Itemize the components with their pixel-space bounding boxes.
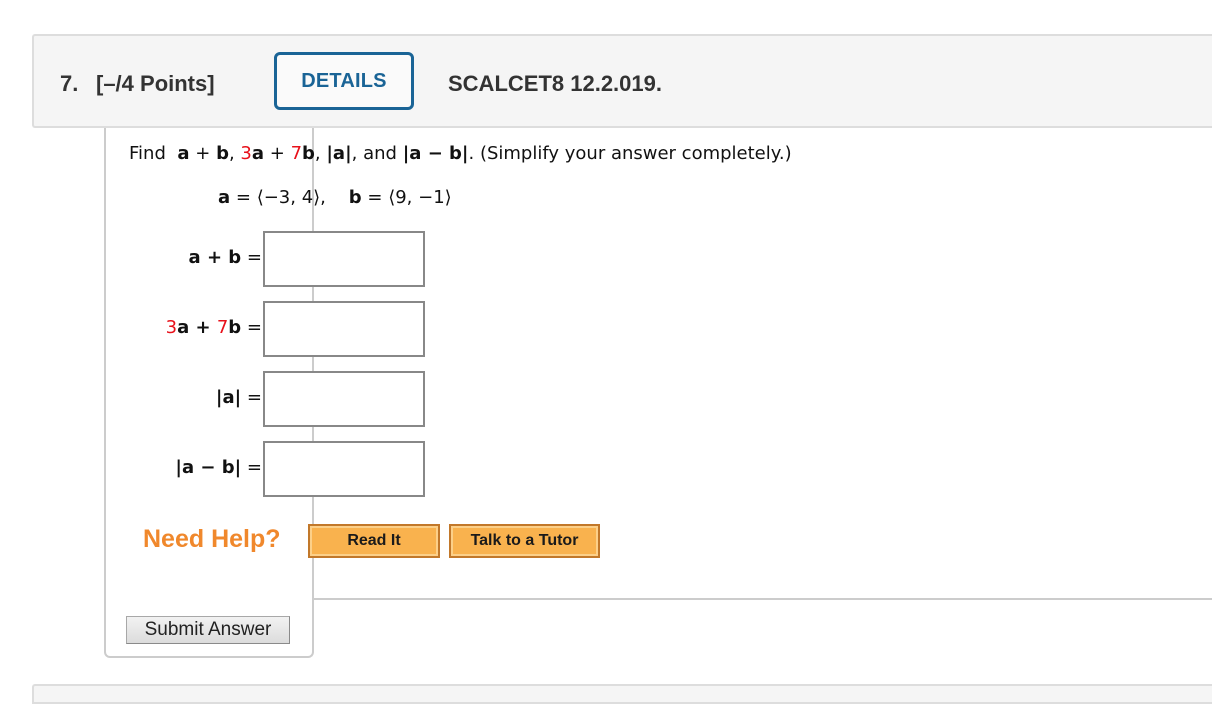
question-prompt: Find a + b, 3a + 7b, |a|, and |a − b|. (… bbox=[129, 143, 792, 164]
need-help-label: Need Help? bbox=[143, 525, 281, 553]
question-points: [–/4 Points] bbox=[96, 71, 215, 96]
answer-input-3a-plus-7b[interactable] bbox=[263, 301, 425, 357]
question-code: SCALCET8 12.2.019. bbox=[448, 71, 662, 96]
details-button[interactable]: DETAILS bbox=[274, 52, 414, 110]
question-header: 7. [–/4 Points] DETAILS SCALCET8 12.2.01… bbox=[32, 34, 1212, 128]
label-abs-a: |a| = bbox=[215, 387, 262, 408]
next-question-header bbox=[32, 684, 1212, 704]
vector-a-name: a bbox=[218, 187, 231, 208]
vector-b-name: b bbox=[348, 187, 362, 208]
read-it-button[interactable]: Read It bbox=[308, 524, 440, 558]
answer-input-abs-a-minus-b[interactable] bbox=[263, 441, 425, 497]
label-abs-a-minus-b: |a − b| = bbox=[175, 457, 262, 478]
question-number: 7. bbox=[60, 71, 79, 96]
talk-to-tutor-button[interactable]: Talk to a Tutor bbox=[449, 524, 600, 558]
vector-a-value: = ⟨−3, 4⟩, bbox=[235, 187, 326, 208]
label-a-plus-b: a + b = bbox=[188, 247, 262, 268]
submit-answer-button[interactable]: Submit Answer bbox=[126, 616, 290, 644]
divider bbox=[312, 598, 1212, 600]
answer-input-abs-a[interactable] bbox=[263, 371, 425, 427]
answer-input-a-plus-b[interactable] bbox=[263, 231, 425, 287]
label-3a-plus-7b: 3a + 7b = bbox=[165, 317, 262, 338]
vector-b-value: = ⟨9, −1⟩ bbox=[367, 187, 452, 208]
given-vectors: a = ⟨−3, 4⟩, b = ⟨9, −1⟩ bbox=[218, 187, 452, 208]
